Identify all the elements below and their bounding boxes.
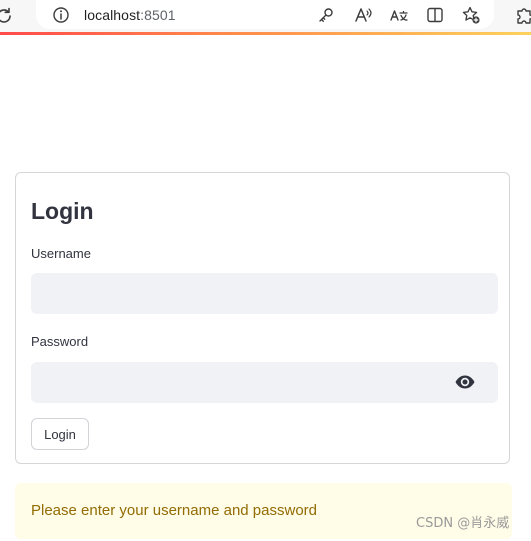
password-input[interactable] xyxy=(31,362,498,403)
form-title: Login xyxy=(31,198,94,224)
browser-accent-strip xyxy=(0,32,531,35)
translate-icon[interactable] xyxy=(389,5,409,25)
username-input[interactable] xyxy=(31,273,498,314)
read-aloud-icon[interactable] xyxy=(353,5,373,25)
username-label: Username xyxy=(31,246,91,261)
add-favorite-icon[interactable] xyxy=(461,5,481,25)
url-host: localhost xyxy=(84,7,141,23)
alert-message: Please enter your username and password xyxy=(31,502,317,519)
url-port: :8501 xyxy=(140,7,176,23)
url-text[interactable]: localhost:8501 xyxy=(84,6,176,24)
key-icon[interactable] xyxy=(316,5,336,25)
reload-icon[interactable] xyxy=(0,6,14,26)
extensions-icon[interactable] xyxy=(514,5,531,25)
show-password-icon[interactable] xyxy=(454,372,476,392)
watermark: CSDN @肖永威 xyxy=(416,516,510,531)
login-button[interactable]: Login xyxy=(31,418,89,450)
info-icon[interactable] xyxy=(52,6,70,24)
password-label: Password xyxy=(31,334,89,349)
split-screen-icon[interactable] xyxy=(425,5,445,25)
